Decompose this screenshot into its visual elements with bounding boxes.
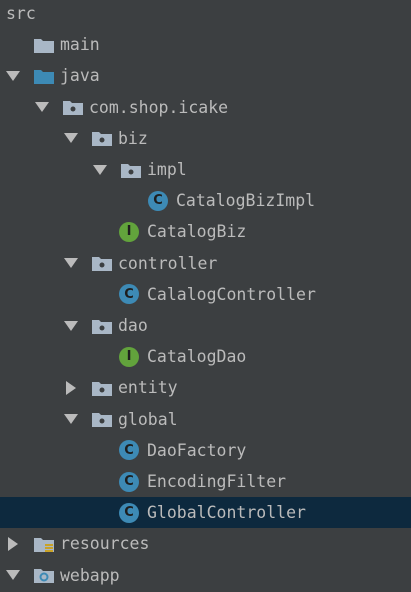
- class-icon: C: [119, 502, 139, 523]
- tree-item-com-shop-icake[interactable]: com.shop.icake: [0, 92, 411, 123]
- tree-item-catalogbiz[interactable]: I CatalogBiz: [0, 216, 411, 247]
- folder-icon: [32, 35, 56, 55]
- tree-item-src[interactable]: src: [0, 0, 411, 29]
- tree-item-label: entity: [118, 378, 178, 398]
- tree-item-label: impl: [147, 160, 187, 179]
- package-icon: [90, 378, 114, 398]
- tree-item-label: main: [60, 35, 100, 55]
- expanded-arrow-icon[interactable]: [6, 568, 20, 582]
- expanded-arrow-icon[interactable]: [6, 69, 20, 83]
- tree-item-encodingfilter[interactable]: C EncodingFilter: [0, 466, 411, 497]
- package-icon: [61, 97, 85, 117]
- tree-item-label: controller: [118, 253, 218, 273]
- tree-item-daofactory[interactable]: C DaoFactory: [0, 435, 411, 466]
- package-icon: [119, 160, 143, 180]
- tree-item-calalogcontroller[interactable]: C CalalogController: [0, 279, 411, 310]
- project-tree: src main java com.shop.icake biz impl C Ca…: [0, 0, 411, 592]
- expanded-arrow-icon[interactable]: [93, 163, 107, 177]
- class-icon: C: [119, 471, 139, 492]
- interface-icon: I: [119, 221, 139, 242]
- tree-item-label: webapp: [60, 565, 120, 585]
- tree-item-controller[interactable]: controller: [0, 248, 411, 279]
- tree-item-label: CatalogDao: [147, 347, 247, 367]
- package-icon: [90, 253, 114, 273]
- tree-item-label: src: [6, 4, 36, 23]
- tree-item-label: biz: [118, 128, 148, 148]
- collapsed-arrow-icon[interactable]: [6, 536, 20, 551]
- class-icon: C: [119, 440, 139, 461]
- tree-item-label: CatalogBiz: [147, 222, 247, 242]
- expanded-arrow-icon[interactable]: [64, 319, 78, 333]
- collapsed-arrow-icon[interactable]: [64, 380, 78, 395]
- tree-item-label: com.shop.icake: [89, 97, 229, 117]
- class-icon: C: [119, 284, 139, 305]
- tree-item-globalcontroller[interactable]: C GlobalController: [0, 497, 411, 529]
- package-icon: [90, 316, 114, 336]
- tree-item-biz[interactable]: biz: [0, 123, 411, 154]
- web-folder-icon: [32, 565, 56, 585]
- tree-item-label: EncodingFilter: [147, 472, 287, 491]
- tree-item-impl[interactable]: impl: [0, 154, 411, 185]
- tree-item-label: GlobalController: [147, 503, 306, 523]
- package-icon: [90, 409, 114, 429]
- interface-icon: I: [119, 346, 139, 367]
- tree-item-webapp[interactable]: webapp: [0, 560, 411, 591]
- source-folder-icon: [32, 66, 56, 86]
- expanded-arrow-icon[interactable]: [64, 256, 78, 270]
- tree-item-entity[interactable]: entity: [0, 372, 411, 403]
- tree-item-label: resources: [60, 534, 150, 554]
- tree-item-catalogbizimpl[interactable]: C CatalogBizImpl: [0, 185, 411, 216]
- tree-item-label: java: [60, 66, 100, 86]
- resources-folder-icon: [32, 534, 56, 554]
- tree-item-label: global: [118, 409, 178, 429]
- package-icon: [90, 128, 114, 148]
- tree-item-global[interactable]: global: [0, 404, 411, 435]
- tree-item-catalogdao[interactable]: I CatalogDao: [0, 341, 411, 372]
- tree-item-dao[interactable]: dao: [0, 310, 411, 341]
- tree-item-label: CalalogController: [147, 284, 316, 304]
- tree-item-label: DaoFactory: [147, 440, 247, 460]
- expanded-arrow-icon[interactable]: [64, 412, 78, 426]
- expanded-arrow-icon[interactable]: [35, 100, 49, 114]
- tree-item-main[interactable]: main: [0, 29, 411, 60]
- tree-item-resources[interactable]: resources: [0, 528, 411, 559]
- tree-item-java[interactable]: java: [0, 60, 411, 91]
- class-icon: C: [148, 190, 168, 211]
- tree-item-label: dao: [118, 316, 148, 335]
- tree-item-label: CatalogBizImpl: [176, 191, 316, 211]
- expanded-arrow-icon[interactable]: [64, 131, 78, 145]
